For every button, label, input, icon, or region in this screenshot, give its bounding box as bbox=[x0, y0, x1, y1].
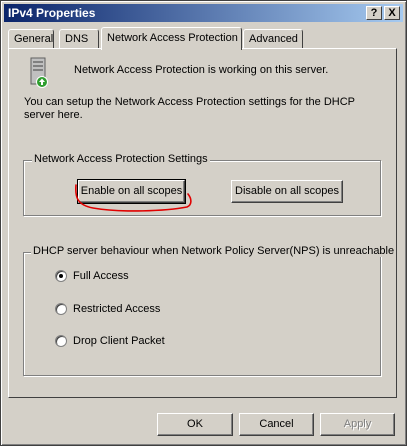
nps-unreachable-label: DHCP server behaviour when Network Polic… bbox=[31, 245, 397, 257]
nap-settings-label: Network Access Protection Settings bbox=[32, 153, 210, 165]
tab-dns[interactable]: DNS bbox=[59, 29, 99, 49]
disable-all-scopes-button[interactable]: Disable on all scopes bbox=[231, 180, 343, 203]
cancel-button[interactable]: Cancel bbox=[239, 413, 314, 436]
radio-label-drop-client-packet: Drop Client Packet bbox=[73, 335, 165, 347]
tab-advanced[interactable]: Advanced bbox=[243, 29, 303, 49]
nap-description: You can setup the Network Access Protect… bbox=[24, 96, 355, 121]
radio-button[interactable] bbox=[55, 303, 67, 315]
tab-network-access-protection[interactable]: Network Access Protection bbox=[101, 27, 242, 50]
radio-button[interactable] bbox=[55, 335, 67, 347]
tab-general[interactable]: General bbox=[8, 29, 54, 49]
server-icon bbox=[30, 57, 48, 88]
close-button[interactable]: X bbox=[384, 6, 400, 20]
title-bar: IPv4 Properties ? X bbox=[4, 4, 403, 22]
apply-button[interactable]: Apply bbox=[320, 413, 395, 436]
enable-all-scopes-button[interactable]: Enable on all scopes bbox=[77, 179, 186, 204]
ok-button[interactable]: OK bbox=[157, 413, 233, 436]
radio-button[interactable] bbox=[55, 270, 67, 282]
help-button[interactable]: ? bbox=[366, 6, 382, 20]
ipv4-properties-dialog: IPv4 Properties ? X General DNS Network … bbox=[0, 0, 407, 446]
window-title: IPv4 Properties bbox=[8, 6, 96, 20]
radio-selected-dot bbox=[59, 274, 63, 278]
radio-label-full-access: Full Access bbox=[73, 270, 129, 282]
radio-label-restricted-access: Restricted Access bbox=[73, 303, 161, 315]
nap-status-text: Network Access Protection is working on … bbox=[74, 64, 329, 76]
